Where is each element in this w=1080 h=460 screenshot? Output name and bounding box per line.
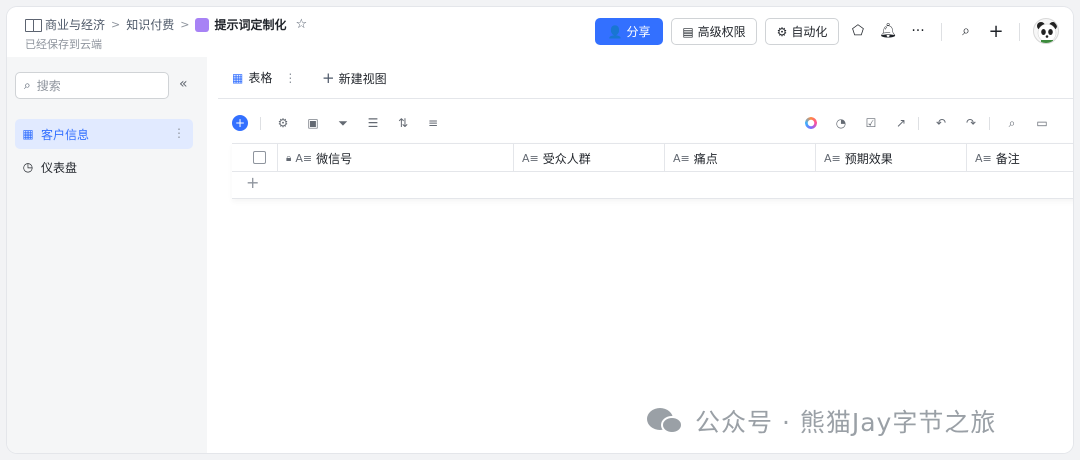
breadcrumb-item-root[interactable]: 商业与经济: [45, 16, 105, 33]
column-header-label: 预期效果: [844, 151, 893, 166]
search-placeholder: 搜索: [36, 79, 61, 93]
permission-icon: ▤: [682, 24, 694, 39]
star-icon[interactable]: ☆: [295, 17, 307, 32]
field-config-icon[interactable]: ▣: [303, 112, 323, 134]
chevron-right-icon: >: [111, 18, 121, 31]
search-input[interactable]: ⌕ 搜索: [15, 72, 169, 99]
dashboard-icon: ◷: [22, 160, 34, 174]
top-header: 商业与经济 > 知识付费 > 提示词定制化 ☆ 已经保存到云端 👤 分享 ▤ 高…: [7, 7, 1073, 57]
filter-icon[interactable]: ⏷: [333, 112, 353, 134]
comment-icon[interactable]: ▭: [1032, 112, 1052, 134]
advanced-permissions-button[interactable]: ▤ 高级权限: [671, 18, 757, 45]
lock-icon: 🔒︎: [286, 152, 292, 164]
table-toolbar: + ⚙ ▣ ⏷ ☰ ⇅ ≡ ◔ ☑ ↗ ↶ ↷ ⌕ ▭: [218, 112, 1073, 134]
panda-avatar-icon: [1037, 22, 1057, 43]
collapse-sidebar-icon[interactable]: «: [179, 76, 188, 92]
sidebar-item-label: 仪表盘: [41, 160, 78, 175]
more-icon[interactable]: ···: [907, 20, 929, 42]
table-icon: ▦: [22, 127, 34, 141]
column-header-expected-effect[interactable]: A≡ 预期效果: [816, 144, 967, 172]
text-field-icon: A≡: [673, 151, 690, 165]
breadcrumb: 商业与经济 > 知识付费 > 提示词定制化 ☆: [25, 16, 307, 33]
column-header-label: 微信号: [316, 151, 353, 166]
text-field-icon: A≡: [975, 151, 992, 165]
document-title[interactable]: 提示词定制化: [214, 16, 286, 33]
search-icon: ⌕: [24, 78, 31, 92]
text-field-icon: A≡: [295, 151, 313, 165]
more-vertical-icon[interactable]: ⋮: [173, 126, 185, 140]
base-doc-icon: [195, 17, 210, 32]
column-header-label: 受众人群: [542, 151, 591, 166]
more-vertical-icon[interactable]: ⋮: [284, 71, 296, 85]
history-icon[interactable]: ◔: [831, 112, 851, 134]
search-records-icon[interactable]: ⌕: [1002, 112, 1022, 134]
avatar[interactable]: [1033, 18, 1059, 44]
sidebar: ⌕ 搜索 « ▦ 客户信息 ⋮ ◷ 仪表盘: [7, 57, 207, 453]
knowledge-base-icon: [25, 18, 42, 32]
tab-label: 表格: [248, 71, 273, 85]
main-content: ▦ 表格 ⋮ + 新建视图 + ⚙ ▣ ⏷ ☰ ⇅ ≡ ◔ ☑ ↗ ↶ ↷ ⌕ …: [218, 57, 1073, 453]
share-label: 分享: [626, 25, 651, 39]
column-header-label: 备注: [995, 151, 1020, 166]
automation-button[interactable]: ⚙ 自动化: [765, 18, 839, 45]
divider: [918, 117, 919, 130]
robot-icon: ⚙: [776, 24, 788, 39]
user-share-icon: 👤: [607, 24, 623, 39]
automation-label: 自动化: [791, 25, 828, 39]
row-height-icon[interactable]: ≡: [423, 112, 443, 134]
add-row-button[interactable]: +: [246, 173, 259, 192]
breadcrumb-item-folder[interactable]: 知识付费: [126, 16, 174, 33]
ai-assistant-icon[interactable]: [801, 112, 821, 134]
search-icon[interactable]: ⌕: [955, 20, 977, 42]
share-button[interactable]: 👤 分享: [595, 18, 663, 45]
plugin-icon[interactable]: ⬠: [847, 20, 869, 42]
text-field-icon: A≡: [824, 151, 841, 165]
wechat-icon: [647, 408, 685, 434]
bell-icon[interactable]: 🔔︎: [877, 20, 899, 42]
add-record-icon[interactable]: +: [232, 115, 248, 131]
watermark: 公众号 · 熊猫Jay字节之旅: [647, 403, 996, 439]
tab-label: 新建视图: [338, 71, 387, 86]
watermark-text: 公众号 · 熊猫Jay字节之旅: [695, 408, 997, 437]
divider: [260, 117, 261, 130]
sidebar-item-label: 客户信息: [41, 127, 90, 142]
view-tabs: ▦ 表格 ⋮ + 新建视图: [218, 57, 1073, 99]
chevron-right-icon: >: [180, 18, 190, 31]
divider: [1019, 23, 1020, 41]
column-header-notes[interactable]: A≡ 备注: [967, 144, 1073, 172]
select-all-checkbox[interactable]: [253, 151, 266, 164]
settings-icon[interactable]: ⚙: [273, 112, 293, 134]
checklist-icon[interactable]: ☑: [861, 112, 881, 134]
plus-icon[interactable]: +: [985, 20, 1007, 42]
sort-icon[interactable]: ⇅: [393, 112, 413, 134]
tab-table[interactable]: ▦ 表格 ⋮: [232, 69, 296, 86]
tab-new-view[interactable]: + 新建视图: [322, 69, 387, 87]
column-header-label: 痛点: [693, 151, 718, 166]
divider: [989, 117, 990, 130]
data-table: 🔒︎ A≡ 微信号 A≡ 受众人群 A≡ 痛点 A≡ 预期效果 A≡ 备注 +: [232, 143, 1073, 199]
permissions-label: 高级权限: [697, 25, 746, 39]
group-icon[interactable]: ☰: [363, 112, 383, 134]
select-all-cell: [232, 144, 278, 172]
column-header-audience[interactable]: A≡ 受众人群: [514, 144, 665, 172]
grid-icon: ▦: [232, 70, 244, 85]
table-header-row: 🔒︎ A≡ 微信号 A≡ 受众人群 A≡ 痛点 A≡ 预期效果 A≡ 备注: [232, 144, 1073, 172]
redo-icon[interactable]: ↷: [961, 112, 981, 134]
text-field-icon: A≡: [522, 151, 539, 165]
save-status: 已经保存到云端: [25, 38, 102, 51]
app-window: 商业与经济 > 知识付费 > 提示词定制化 ☆ 已经保存到云端 👤 分享 ▤ 高…: [7, 7, 1073, 453]
sidebar-item-dashboard[interactable]: ◷ 仪表盘: [15, 152, 193, 182]
undo-icon[interactable]: ↶: [931, 112, 951, 134]
plus-icon: +: [322, 69, 335, 87]
divider: [941, 23, 942, 41]
column-header-wechat[interactable]: 🔒︎ A≡ 微信号: [278, 144, 514, 172]
share-view-icon[interactable]: ↗: [891, 112, 911, 134]
column-header-pain-point[interactable]: A≡ 痛点: [665, 144, 816, 172]
sidebar-item-customer-info[interactable]: ▦ 客户信息 ⋮: [15, 119, 193, 149]
